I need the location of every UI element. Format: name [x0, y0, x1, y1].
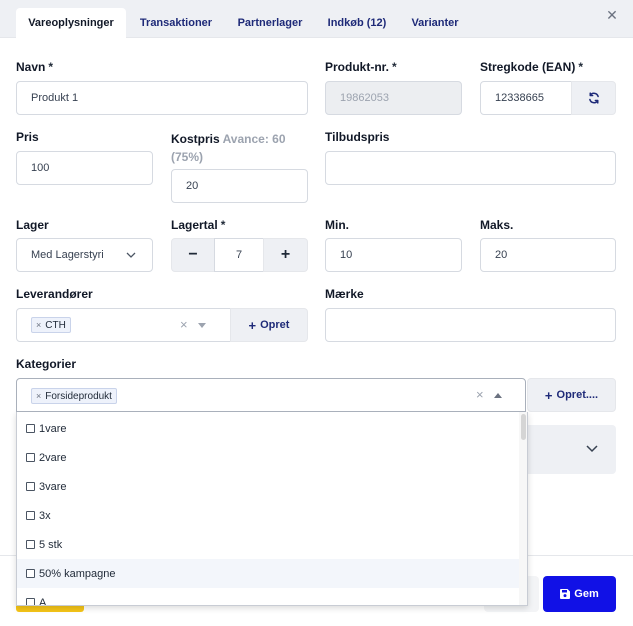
save-button[interactable]: Gem	[543, 576, 616, 612]
list-item[interactable]: 5 stk	[17, 530, 521, 559]
maerke-label: Mærke	[325, 287, 364, 301]
clear-icon[interactable]: ×	[180, 309, 188, 341]
min-label: Min.	[325, 218, 349, 232]
decrement-button[interactable]: −	[171, 238, 215, 272]
list-item[interactable]: 1vare	[17, 414, 521, 443]
maerke-input[interactable]	[325, 308, 616, 342]
tab-bar: Vareoplysninger Transaktioner Partnerlag…	[0, 0, 633, 38]
navn-label: Navn *	[16, 60, 54, 74]
tilbudspris-label: Tilbudspris	[325, 130, 390, 144]
list-item[interactable]: 50% kampagne	[17, 559, 521, 588]
kostpris-label: Kostpris Avance: 60 (75%)	[171, 132, 286, 164]
checkbox[interactable]	[26, 453, 35, 462]
tab-varianter[interactable]: Varianter	[402, 8, 468, 38]
checkbox[interactable]	[26, 424, 35, 433]
remove-tag-icon[interactable]: ×	[36, 320, 41, 330]
min-input[interactable]: 10	[325, 238, 462, 272]
create-supplier-button[interactable]: + Opret	[230, 308, 308, 342]
leverandorer-select[interactable]: × CTH ×	[16, 308, 231, 342]
scrollbar[interactable]	[519, 412, 527, 605]
stregkode-label: Stregkode (EAN) *	[480, 60, 584, 74]
scrollbar-thumb[interactable]	[521, 414, 526, 440]
lagertal-label: Lagertal *	[171, 218, 226, 232]
list-item[interactable]: 3x	[17, 501, 521, 530]
leverandorer-label: Leverandører	[16, 287, 93, 301]
lager-label: Lager	[16, 218, 49, 232]
refresh-icon	[588, 92, 599, 104]
kategorier-label: Kategorier	[16, 357, 77, 371]
checkbox[interactable]	[26, 540, 35, 549]
increment-button[interactable]: +	[263, 238, 308, 272]
maks-label: Maks.	[480, 218, 514, 232]
produkt-nr-label: Produkt-nr. *	[325, 60, 397, 74]
plus-icon: +	[248, 317, 257, 333]
checkbox[interactable]	[26, 511, 35, 520]
list-item[interactable]: 2vare	[17, 443, 521, 472]
clear-icon[interactable]: ×	[476, 379, 484, 411]
stregkode-input[interactable]: 12338665	[480, 81, 572, 115]
checkbox[interactable]	[26, 569, 35, 578]
tab-partnerlager[interactable]: Partnerlager	[230, 8, 310, 38]
caret-down-icon[interactable]	[198, 323, 206, 328]
lagertal-input[interactable]: 7	[214, 238, 264, 272]
tab-transaktioner[interactable]: Transaktioner	[132, 8, 220, 38]
close-icon[interactable]: ✕	[605, 8, 619, 22]
navn-input[interactable]: Produkt 1	[16, 81, 308, 115]
produkt-nr-input: 19862053	[325, 81, 462, 115]
pris-input[interactable]: 100	[16, 151, 153, 185]
supplier-tag: × CTH	[31, 317, 71, 333]
plus-icon: +	[544, 387, 553, 403]
chevron-down-icon	[586, 445, 598, 453]
lager-select[interactable]: Med Lagerstyri	[16, 238, 153, 272]
checkbox[interactable]	[26, 598, 35, 605]
create-category-button[interactable]: + Opret....	[527, 378, 616, 412]
category-dropdown: 1vare 2vare 3vare 3x 5 stk 50% kampagne …	[16, 412, 528, 606]
maks-input[interactable]: 20	[480, 238, 616, 272]
tab-indkob[interactable]: Indkøb (12)	[320, 8, 394, 38]
kategorier-select[interactable]: × Forsideprodukt ×	[16, 378, 526, 412]
list-item[interactable]: A	[17, 588, 521, 605]
kostpris-input[interactable]: 20	[171, 169, 308, 203]
tab-vareoplysninger[interactable]: Vareoplysninger	[16, 8, 126, 38]
lager-select-value: Med Lagerstyri	[31, 249, 104, 261]
caret-up-icon[interactable]	[494, 393, 502, 398]
pris-label: Pris	[16, 130, 39, 144]
regenerate-barcode-button[interactable]	[571, 81, 616, 115]
category-tag: × Forsideprodukt	[31, 388, 117, 404]
checkbox[interactable]	[26, 482, 35, 491]
remove-tag-icon[interactable]: ×	[36, 391, 41, 401]
tilbudspris-input[interactable]	[325, 151, 616, 185]
list-item[interactable]: 3vare	[17, 472, 521, 501]
save-icon	[560, 589, 571, 599]
chevron-down-icon	[126, 252, 136, 258]
